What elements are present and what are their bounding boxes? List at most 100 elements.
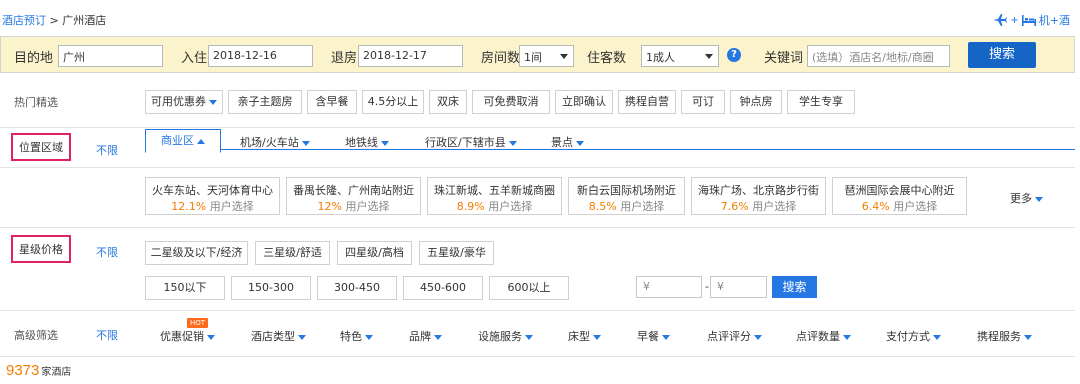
destination-input[interactable]: 广州 [58, 45, 163, 67]
tab-district[interactable]: 行政区/下辖市县 [425, 134, 517, 150]
chevron-down-icon [434, 334, 442, 340]
filter-brand[interactable]: 品牌 [409, 328, 442, 344]
advanced-unlimited[interactable]: 不限 [96, 327, 118, 343]
location-row: 位置区域 不限 商业区 机场/火车站 地铁线 行政区/下辖市县 景点 火车东站、… [0, 129, 1075, 228]
breadcrumb-link-hotel-booking[interactable]: 酒店预订 [2, 14, 46, 27]
filter-review-score[interactable]: 点评评分 [707, 328, 762, 344]
area-stat: 12.1% 用户选择 [146, 198, 279, 214]
chevron-up-icon [197, 138, 205, 144]
tab-airport-station[interactable]: 机场/火车站 [240, 134, 310, 150]
chip-star-luxury[interactable]: 五星级/豪华 [419, 241, 494, 265]
chip-family-theme[interactable]: 亲子主题房 [228, 90, 302, 114]
chip-instant-confirm[interactable]: 立即确认 [555, 90, 613, 114]
chip-free-cancel[interactable]: 可免费取消 [472, 90, 550, 114]
destination-label: 目的地 [14, 51, 54, 66]
area-card[interactable]: 番禺长隆、广州南站附近 12% 用户选择 [286, 177, 421, 215]
location-unlimited[interactable]: 不限 [96, 142, 118, 158]
filter-label: 特色 [340, 330, 362, 343]
keyword-input[interactable]: (选填）酒店名/地标/商圈 [807, 45, 950, 67]
filter-ctrip-service[interactable]: 携程服务 [977, 328, 1032, 344]
price-max-input[interactable]: ¥ [710, 276, 767, 298]
chevron-down-icon [381, 140, 389, 146]
result-count-number: 9373 [6, 362, 40, 379]
filter-features[interactable]: 特色 [340, 328, 373, 344]
chevron-down-icon [662, 334, 670, 340]
filter-facilities[interactable]: 设施服务 [478, 328, 533, 344]
star-price-label: 星级价格 [11, 235, 71, 263]
chevron-down-icon [209, 99, 217, 105]
chip-star-economy[interactable]: 二星级及以下/经济 [145, 241, 248, 265]
tab-metro[interactable]: 地铁线 [345, 134, 389, 150]
breadcrumb-current: 广州酒店 [62, 14, 107, 27]
area-stat: 8.9% 用户选择 [428, 198, 561, 214]
flight-hotel-label: 机+酒 [1038, 14, 1070, 27]
area-card[interactable]: 琶洲国际会展中心附近 6.4% 用户选择 [832, 177, 967, 215]
question-mark-icon[interactable]: ? [727, 48, 741, 62]
checkin-date-input[interactable]: 2018-12-16 [208, 45, 313, 67]
more-areas-button[interactable]: 更多 [1010, 190, 1043, 206]
chevron-down-icon [933, 334, 941, 340]
chevron-down-icon [508, 140, 517, 146]
hot-badge: HOT [187, 318, 209, 328]
tab-label: 地铁线 [345, 136, 378, 149]
chip-price-300-450[interactable]: 300-450 [317, 276, 397, 300]
chip-twin-bed[interactable]: 双床 [429, 90, 467, 114]
area-name: 火车东站、天河体育中心 [152, 184, 273, 197]
area-stat-suffix: 用户选择 [345, 200, 390, 213]
chevron-down-icon [207, 334, 215, 340]
chip-coupon[interactable]: 可用优惠券 [145, 90, 223, 114]
filter-label: 点评数量 [796, 330, 840, 343]
filter-payment[interactable]: 支付方式 [886, 328, 941, 344]
chevron-down-icon [705, 54, 713, 59]
rooms-select[interactable]: 1间 [519, 45, 574, 67]
filter-review-count[interactable]: 点评数量 [796, 328, 851, 344]
area-card[interactable]: 火车东站、天河体育中心 12.1% 用户选择 [145, 177, 280, 215]
tab-attractions[interactable]: 景点 [551, 134, 584, 150]
star-price-unlimited[interactable]: 不限 [96, 244, 118, 260]
search-button[interactable]: 搜索 [968, 42, 1036, 68]
checkout-date-input[interactable]: 2018-12-17 [358, 45, 463, 67]
chip-rating-4-5[interactable]: 4.5分以上 [362, 90, 424, 114]
area-stat-suffix: 用户选择 [488, 200, 533, 213]
tab-label: 商业区 [161, 134, 194, 147]
filter-breakfast[interactable]: 早餐 [637, 328, 670, 344]
bed-icon [1021, 14, 1036, 26]
price-min-input[interactable]: ¥ [636, 276, 702, 298]
area-name: 海珠广场、北京路步行街 [698, 184, 819, 197]
chip-ctrip-self-run[interactable]: 携程自营 [618, 90, 676, 114]
chevron-down-icon [298, 334, 306, 340]
breadcrumb: 酒店预订 > 广州酒店 [2, 12, 106, 28]
filter-label: 设施服务 [478, 330, 522, 343]
chip-price-450-600[interactable]: 450-600 [403, 276, 483, 300]
area-stat: 8.5% 用户选择 [569, 198, 684, 214]
guests-select[interactable]: 1成人 [641, 45, 719, 67]
flight-hotel-link[interactable]: + 机+酒 [993, 12, 1070, 28]
price-range-separator: - [705, 280, 709, 293]
guests-value: 1成人 [646, 51, 675, 64]
chip-price-150-300[interactable]: 150-300 [231, 276, 311, 300]
chip-star-premium[interactable]: 四星级/高档 [337, 241, 412, 265]
chip-bookable[interactable]: 可订 [681, 90, 725, 114]
filter-label: 携程服务 [977, 330, 1021, 343]
chevron-down-icon [525, 334, 533, 340]
filter-bed-type[interactable]: 床型 [568, 328, 601, 344]
area-card[interactable]: 海珠广场、北京路步行街 7.6% 用户选择 [691, 177, 826, 215]
area-stat-suffix: 用户选择 [893, 200, 938, 213]
area-stat: 12% 用户选择 [287, 198, 420, 214]
chip-hourly-room[interactable]: 钟点房 [730, 90, 782, 114]
chevron-down-icon [754, 334, 762, 340]
filter-hotel-type[interactable]: 酒店类型 [251, 328, 306, 344]
chip-student[interactable]: 学生专享 [787, 90, 855, 114]
chip-price-over-600[interactable]: 600以上 [489, 276, 569, 300]
price-search-button[interactable]: 搜索 [772, 276, 817, 298]
airplane-icon [993, 14, 1008, 26]
chip-price-under-150[interactable]: 150以下 [145, 276, 225, 300]
filter-promotions[interactable]: 优惠促销 [160, 328, 215, 344]
chip-star-comfort[interactable]: 三星级/舒适 [255, 241, 330, 265]
chevron-down-icon [1035, 196, 1043, 202]
area-name: 番禺长隆、广州南站附近 [293, 184, 414, 197]
area-card[interactable]: 新白云国际机场附近 8.5% 用户选择 [568, 177, 685, 215]
tab-business-district[interactable]: 商业区 [145, 129, 221, 153]
area-card[interactable]: 珠江新城、五羊新城商圈 8.9% 用户选择 [427, 177, 562, 215]
chip-breakfast[interactable]: 含早餐 [307, 90, 357, 114]
